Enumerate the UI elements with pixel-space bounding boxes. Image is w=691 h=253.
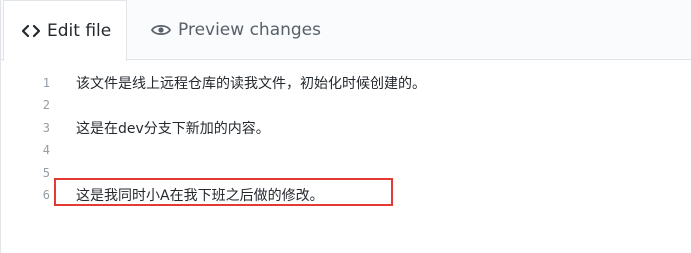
line-number: 5 bbox=[42, 166, 50, 180]
code-icon bbox=[22, 24, 40, 38]
tab-edit-file-label: Edit file bbox=[47, 21, 112, 41]
line-text: 这是在dev分支下新加的内容。 bbox=[76, 121, 270, 137]
code-line[interactable]: 2 bbox=[1, 94, 691, 116]
code-line[interactable]: 5 bbox=[1, 162, 691, 184]
line-number: 1 bbox=[42, 76, 50, 90]
code-line[interactable]: 1 该文件是线上远程仓库的读我文件，初始化时候创建的。 bbox=[1, 72, 691, 94]
line-number: 6 bbox=[42, 188, 50, 202]
tab-preview-changes[interactable]: Preview changes bbox=[151, 0, 321, 60]
file-editor: Edit file Preview changes 1 该文件是线上远程仓库的读… bbox=[0, 0, 691, 253]
line-text: 这是我同时小A在我下班之后做的修改。 bbox=[76, 188, 324, 204]
line-number: 4 bbox=[42, 143, 50, 157]
eye-icon bbox=[151, 23, 171, 37]
tab-edit-file[interactable]: Edit file bbox=[3, 0, 127, 61]
code-editor[interactable]: 1 该文件是线上远程仓库的读我文件，初始化时候创建的。 2 3 这是在dev分支… bbox=[1, 72, 691, 253]
code-line[interactable]: 4 bbox=[1, 139, 691, 161]
code-line[interactable]: 3 这是在dev分支下新加的内容。 bbox=[1, 117, 691, 139]
line-number: 2 bbox=[42, 98, 50, 112]
line-text: 该文件是线上远程仓库的读我文件，初始化时候创建的。 bbox=[76, 76, 426, 92]
line-number: 3 bbox=[42, 121, 50, 135]
tab-preview-changes-label: Preview changes bbox=[178, 20, 321, 40]
code-line[interactable]: 6 这是我同时小A在我下班之后做的修改。 bbox=[1, 184, 691, 206]
editor-tab-bar: Edit file Preview changes bbox=[1, 0, 691, 61]
